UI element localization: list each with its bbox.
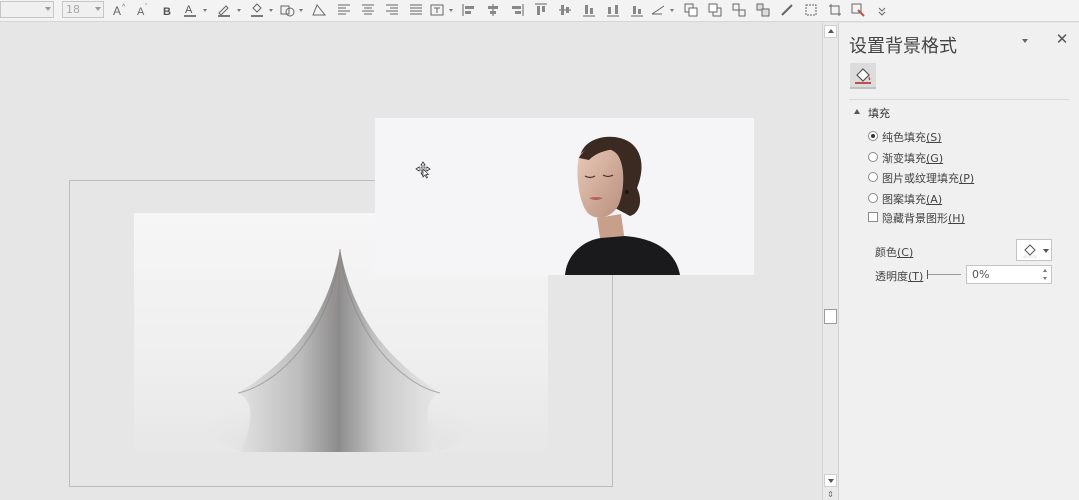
select-all-icon[interactable]	[803, 2, 819, 18]
spin-up-icon[interactable]	[1043, 269, 1047, 272]
align-objects-bottom-icon[interactable]	[581, 2, 597, 18]
picture-texture-fill-radio[interactable]	[868, 172, 878, 182]
divider	[849, 99, 1069, 100]
portrait-image[interactable]	[375, 118, 754, 275]
solid-fill-radio[interactable]	[868, 131, 878, 141]
align-objects-bottom-icon[interactable]	[629, 2, 645, 18]
color-label-text: 颜色	[875, 246, 897, 259]
group-icon[interactable]	[731, 2, 747, 18]
transparency-spinner[interactable]: 0%	[966, 265, 1052, 284]
transparency-label: 透明度(T)	[875, 268, 923, 284]
font-color-icon[interactable]: A	[182, 2, 198, 18]
format-background-pane: 设置背景格式 ✕ 填充 纯色填充(S) 渐变填充(G) 图片或纹理填充(P) 图…	[838, 23, 1079, 500]
option-key: (H)	[948, 212, 965, 225]
color-key: (C)	[897, 246, 914, 259]
move-cursor-icon	[415, 161, 431, 179]
spin-down-icon[interactable]	[1043, 277, 1047, 280]
option-label: 图案填充	[882, 193, 926, 206]
format-painter-icon[interactable]	[779, 2, 795, 18]
transparency-key: (T)	[908, 270, 924, 283]
chevron-down-icon[interactable]	[237, 9, 241, 12]
ungroup-icon[interactable]	[755, 2, 771, 18]
option-key: (P)	[959, 172, 975, 185]
slide-canvas[interactable]	[0, 23, 822, 500]
slider-knob[interactable]	[927, 270, 928, 279]
align-objects-right-icon[interactable]	[509, 2, 525, 18]
pick-color-icon[interactable]	[850, 2, 866, 18]
shape-fill-icon[interactable]	[249, 2, 265, 18]
color-label: 颜色(C)	[875, 244, 913, 260]
distribute-icon[interactable]	[605, 2, 621, 18]
collapse-triangle-icon[interactable]	[854, 109, 860, 114]
transparency-slider[interactable]	[927, 270, 961, 279]
paint-bucket-icon	[855, 68, 871, 84]
option-key: (S)	[926, 131, 942, 144]
send-backward-icon[interactable]	[707, 2, 723, 18]
svg-text:A: A	[137, 6, 145, 18]
edit-shape-icon[interactable]	[311, 2, 327, 18]
chevron-down-icon[interactable]	[95, 7, 101, 11]
scroll-down-button[interactable]	[824, 474, 837, 487]
shape-outline-icon[interactable]	[279, 2, 295, 18]
paint-bucket-icon	[1023, 244, 1037, 258]
decrease-font-size-icon[interactable]: Aˇ	[136, 2, 152, 18]
option-label: 纯色填充	[882, 131, 926, 144]
highlight-icon[interactable]	[216, 2, 232, 18]
text-box-icon[interactable]	[429, 2, 445, 18]
chevron-down-icon[interactable]	[203, 9, 207, 12]
pane-title: 设置背景格式	[849, 36, 957, 57]
font-size-combo[interactable]: 18	[62, 1, 104, 18]
option-label: 图片或纹理填充	[882, 172, 959, 185]
transparency-value: 0%	[972, 268, 990, 281]
bold-icon[interactable]: B	[160, 2, 176, 18]
ribbon-toolbar: 18 A ^ Aˇ B A	[0, 0, 1079, 22]
font-name-combo[interactable]	[0, 1, 54, 18]
align-center-icon[interactable]	[360, 2, 376, 18]
hide-background-graphics-checkbox[interactable]	[868, 212, 878, 222]
align-objects-left-icon[interactable]	[461, 2, 477, 18]
align-objects-middle-icon[interactable]	[557, 2, 573, 18]
svg-text:A: A	[113, 4, 121, 18]
chevron-down-icon[interactable]	[1043, 249, 1049, 253]
vertical-scrollbar[interactable]: ⇕	[822, 23, 838, 500]
justify-icon[interactable]	[408, 2, 424, 18]
svg-text:^: ^	[122, 4, 126, 11]
rotate-icon[interactable]	[650, 2, 666, 18]
more-icon[interactable]	[874, 2, 890, 18]
pattern-fill-radio[interactable]	[868, 193, 878, 203]
increase-font-size-icon[interactable]: A ^	[112, 2, 128, 18]
font-size-value: 18	[66, 3, 80, 16]
chevron-down-icon[interactable]	[299, 9, 303, 12]
svg-text:A: A	[185, 4, 193, 16]
svg-text:ˇ: ˇ	[145, 4, 148, 11]
chevron-down-icon[interactable]	[269, 9, 273, 12]
fill-tab[interactable]	[850, 63, 876, 89]
previous-next-slide-icon[interactable]: ⇕	[826, 490, 835, 499]
svg-text:B: B	[163, 6, 171, 18]
option-label: 隐藏背景图形	[882, 212, 948, 225]
gradient-fill-radio[interactable]	[868, 152, 878, 162]
align-objects-center-icon[interactable]	[485, 2, 501, 18]
align-left-icon[interactable]	[336, 2, 352, 18]
bring-forward-icon[interactable]	[683, 2, 699, 18]
option-key: (A)	[926, 193, 943, 206]
align-right-icon[interactable]	[384, 2, 400, 18]
crop-icon[interactable]	[827, 2, 843, 18]
chevron-down-icon[interactable]	[670, 9, 674, 12]
pane-options-chevron-icon[interactable]	[1022, 39, 1028, 43]
fill-section-label: 填充	[868, 107, 890, 120]
close-icon[interactable]: ✕	[1055, 32, 1069, 47]
option-label: 渐变填充	[882, 152, 926, 165]
option-key: (G)	[926, 152, 944, 165]
scroll-thumb[interactable]	[824, 309, 837, 324]
chevron-down-icon[interactable]	[45, 7, 51, 11]
scroll-up-button[interactable]	[824, 25, 837, 38]
chevron-down-icon[interactable]	[449, 9, 453, 12]
color-picker-button[interactable]	[1016, 239, 1052, 261]
align-objects-top-icon[interactable]	[533, 2, 549, 18]
transparency-label-text: 透明度	[875, 270, 908, 283]
